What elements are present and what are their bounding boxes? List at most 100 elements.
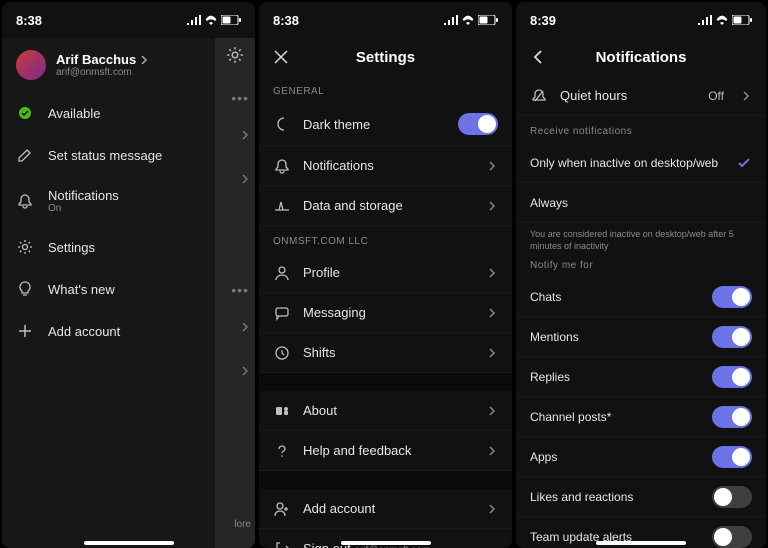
option-inactive[interactable]: Only when inactive on desktop/web	[516, 143, 766, 183]
toggle-channel[interactable]	[712, 406, 752, 428]
menu-add-account[interactable]: Add account	[2, 310, 215, 352]
toggle-chats[interactable]	[712, 286, 752, 308]
close-button[interactable]	[271, 47, 291, 67]
section-org: ONMSFT.COM LLC	[259, 226, 512, 253]
more-icon[interactable]: •••	[231, 90, 249, 106]
row-quiet-hours[interactable]: Quiet hours Off	[516, 76, 766, 116]
row-about[interactable]: About	[259, 391, 512, 431]
clock-icon	[273, 344, 291, 362]
row-data-storage[interactable]: Data and storage	[259, 186, 512, 226]
chevron-right-icon	[486, 347, 498, 359]
menu-sublabel: On	[48, 203, 119, 214]
row-shifts[interactable]: Shifts	[259, 333, 512, 373]
toggle-replies[interactable]	[712, 366, 752, 388]
screen-sidebar: 8:38 Arif Bacchus arif@onmsft.com Availa…	[2, 2, 255, 548]
section-notify-me: Notify me for	[516, 258, 766, 277]
row-sign-out[interactable]: Sign out arif@onmsft.com	[259, 529, 512, 548]
clock: 8:38	[273, 13, 299, 28]
row-label: Shifts	[303, 345, 474, 360]
battery-icon	[221, 15, 241, 25]
gear-icon[interactable]	[226, 46, 244, 69]
navigation-drawer: Arif Bacchus arif@onmsft.com Available S…	[2, 38, 215, 548]
menu-label: Notifications	[48, 188, 119, 203]
row-label: Help and feedback	[303, 443, 474, 458]
row-label: Channel posts*	[530, 410, 700, 424]
section-general: GENERAL	[259, 76, 512, 103]
home-indicator[interactable]	[341, 541, 431, 545]
menu-label: Add account	[48, 324, 120, 339]
screen-settings: 8:38 Settings GENERAL Dark theme Notific…	[259, 2, 512, 548]
row-dark-theme[interactable]: Dark theme	[259, 103, 512, 146]
status-bar: 8:38	[259, 2, 512, 38]
toggle-mentions[interactable]	[712, 326, 752, 348]
bell-icon	[273, 157, 291, 175]
row-messaging[interactable]: Messaging	[259, 293, 512, 333]
row-label: Likes and reactions	[530, 490, 700, 504]
home-indicator[interactable]	[84, 541, 174, 545]
toggle-dark-theme[interactable]	[458, 113, 498, 135]
row-add-account[interactable]: Add account	[259, 489, 512, 529]
row-label: Quiet hours	[560, 88, 696, 103]
chat-icon	[273, 304, 291, 322]
close-icon	[274, 50, 288, 64]
profile-header[interactable]: Arif Bacchus arif@onmsft.com	[2, 38, 215, 92]
menu-settings[interactable]: Settings	[2, 226, 215, 268]
chevron-right-icon	[486, 503, 498, 515]
row-label: Chats	[530, 290, 700, 304]
chevron-right-icon	[486, 307, 498, 319]
chevron-left-icon	[532, 49, 544, 65]
row-label: Dark theme	[303, 117, 446, 132]
row-replies: Replies	[516, 357, 766, 397]
chevron-right-icon	[241, 174, 249, 184]
row-label: Apps	[530, 450, 700, 464]
battery-icon	[732, 15, 752, 25]
plus-icon	[16, 322, 34, 340]
quiet-hours-icon	[530, 87, 548, 105]
row-apps: Apps	[516, 437, 766, 477]
signal-icon	[444, 15, 458, 25]
teams-icon	[273, 402, 291, 420]
toggle-apps[interactable]	[712, 446, 752, 468]
toggle-team-alerts[interactable]	[712, 526, 752, 548]
menu-available[interactable]: Available	[2, 92, 215, 134]
chevron-right-icon	[241, 322, 249, 332]
header: Notifications	[516, 38, 766, 76]
background-app-sliver: ••• ••• lore	[215, 38, 255, 548]
edit-icon	[16, 146, 34, 164]
check-icon	[736, 155, 752, 171]
chevron-right-icon	[241, 130, 249, 140]
toggle-likes[interactable]	[712, 486, 752, 508]
menu-status-message[interactable]: Set status message	[2, 134, 215, 176]
chevron-right-icon	[241, 366, 249, 376]
page-title: Notifications	[596, 49, 687, 66]
person-add-icon	[273, 500, 291, 518]
profile-name: Arif Bacchus	[56, 52, 136, 67]
row-label: Notifications	[303, 158, 474, 173]
menu-label: Available	[48, 106, 101, 121]
row-label: Profile	[303, 265, 474, 280]
chevron-right-icon	[486, 200, 498, 212]
home-indicator[interactable]	[596, 541, 686, 545]
presence-available-icon	[16, 104, 34, 122]
data-icon	[273, 197, 291, 215]
question-icon	[273, 442, 291, 460]
wifi-icon	[204, 15, 218, 25]
more-icon[interactable]: •••	[231, 282, 249, 298]
chevron-right-icon	[140, 56, 148, 64]
row-notifications[interactable]: Notifications	[259, 146, 512, 186]
menu-whats-new[interactable]: What's new	[2, 268, 215, 310]
row-label: Replies	[530, 370, 700, 384]
bell-icon	[16, 192, 34, 210]
row-label: Data and storage	[303, 198, 474, 213]
moon-icon	[273, 115, 291, 133]
signout-icon	[273, 540, 291, 548]
person-icon	[273, 264, 291, 282]
row-profile[interactable]: Profile	[259, 253, 512, 293]
option-always[interactable]: Always	[516, 183, 766, 223]
avatar	[16, 50, 46, 80]
row-help[interactable]: Help and feedback	[259, 431, 512, 471]
menu-notifications[interactable]: Notifications On	[2, 176, 215, 226]
back-button[interactable]	[528, 47, 548, 67]
clock: 8:38	[16, 13, 42, 28]
battery-icon	[478, 15, 498, 25]
